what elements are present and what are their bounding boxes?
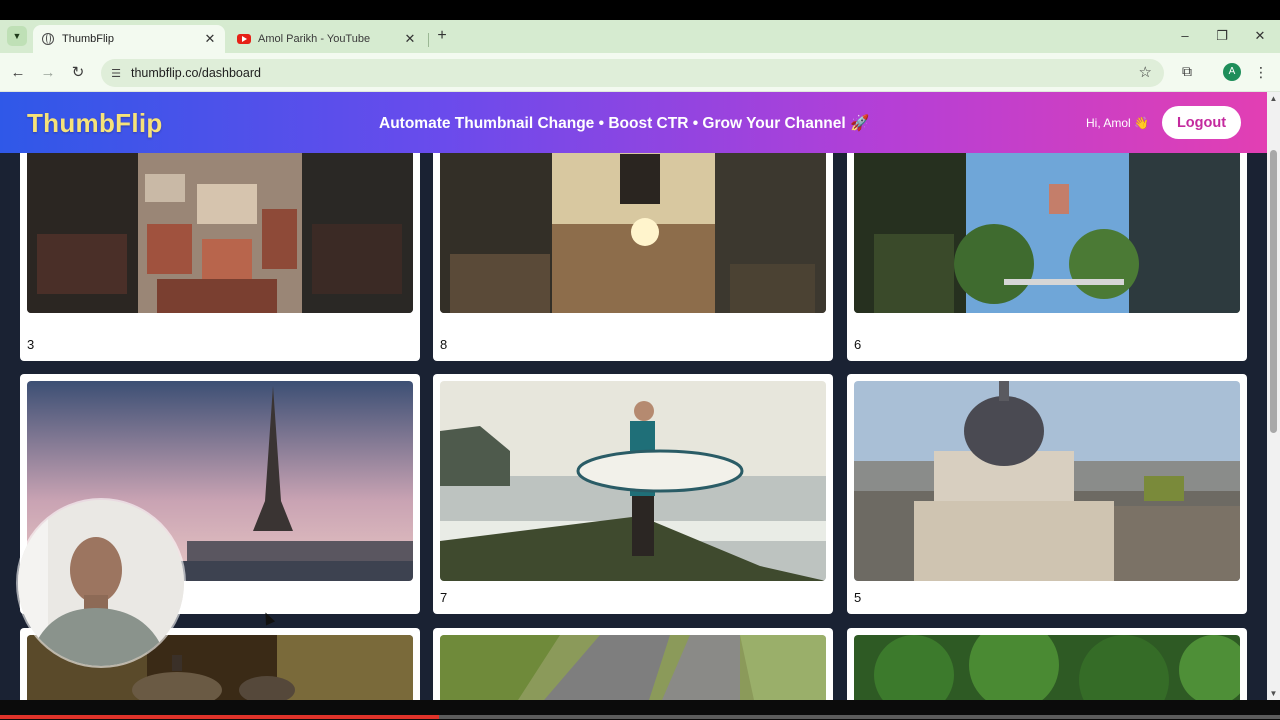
video-card[interactable]: 3 (20, 153, 420, 361)
more-menu-icon[interactable]: ⋮ (1254, 63, 1268, 81)
video-player-bar (0, 700, 1280, 720)
globe-icon (41, 32, 55, 46)
video-thumbnail[interactable] (440, 635, 826, 700)
scroll-down-icon[interactable]: ▼ (1267, 689, 1280, 698)
close-icon[interactable]: ✕ (201, 31, 219, 47)
window-close-icon[interactable]: ✕ (1250, 27, 1270, 45)
tab-youtube[interactable]: Amol Parikh - YouTube ✕ (229, 25, 425, 53)
profile-avatar[interactable]: A (1223, 63, 1241, 81)
tab-title: ThumbFlip (62, 33, 114, 45)
video-progress-fill (0, 715, 440, 719)
video-label: 8 (440, 337, 448, 352)
tab-thumbflip[interactable]: ThumbFlip ✕ (33, 25, 225, 53)
tab-search-icon[interactable]: ▼ (7, 26, 27, 46)
video-card[interactable]: 5 (847, 374, 1247, 614)
extensions-icon[interactable]: ⧉ (1178, 63, 1196, 81)
browser-toolbar: ← → ↻ ☰ thumbflip.co/dashboard ☆ ⧉ A ⋮ (0, 53, 1280, 92)
forward-arrow-icon[interactable]: → (38, 63, 58, 83)
video-grid: 3 8 6 7 5 (0, 153, 1267, 700)
video-label: 7 (440, 590, 448, 605)
back-arrow-icon[interactable]: ← (8, 63, 28, 83)
reload-icon[interactable]: ↻ (68, 63, 88, 83)
restore-icon[interactable]: ❐ (1212, 27, 1232, 45)
address-bar[interactable]: ☰ thumbflip.co/dashboard ☆ (101, 59, 1164, 87)
video-progress-track[interactable] (0, 715, 1280, 719)
video-card[interactable] (433, 628, 833, 700)
page-scrollbar[interactable]: ▲ ▼ (1267, 92, 1280, 700)
video-label: 5 (854, 590, 862, 605)
url-text[interactable]: thumbflip.co/dashboard (131, 66, 261, 80)
brand-logo[interactable]: ThumbFlip (27, 108, 163, 139)
video-thumbnail[interactable] (854, 635, 1240, 700)
video-card[interactable]: 7 (433, 374, 833, 614)
logout-button[interactable]: Logout (1162, 106, 1241, 139)
tab-title: Amol Parikh - YouTube (258, 33, 371, 45)
video-thumbnail[interactable] (440, 153, 826, 313)
screen: ▼ ThumbFlip ✕ Amol Parikh - YouTube ✕ + … (0, 0, 1280, 720)
header-tagline: Automate Thumbnail Change • Boost CTR • … (379, 115, 870, 132)
video-label: 3 (27, 337, 35, 352)
video-label: 6 (854, 337, 862, 352)
browser-tab-strip: ▼ ThumbFlip ✕ Amol Parikh - YouTube ✕ (0, 20, 1280, 53)
close-icon[interactable]: ✕ (401, 31, 419, 47)
tab-divider (428, 33, 429, 47)
video-thumbnail[interactable] (854, 381, 1240, 581)
video-card[interactable] (847, 628, 1247, 700)
user-greeting: Hi, Amol 👋 (1086, 116, 1149, 130)
video-card[interactable]: 8 (433, 153, 833, 361)
video-card[interactable]: 6 (847, 153, 1247, 361)
scroll-thumb[interactable] (1270, 150, 1277, 433)
bookmark-star-icon[interactable]: ☆ (1139, 63, 1152, 81)
new-tab-button[interactable]: + (433, 27, 451, 45)
video-thumbnail[interactable] (854, 153, 1240, 313)
site-info-icon[interactable]: ☰ (109, 67, 123, 80)
webcam-overlay (18, 500, 184, 666)
scroll-up-icon[interactable]: ▲ (1267, 94, 1280, 103)
letterbox-top (0, 0, 1280, 20)
video-thumbnail[interactable] (27, 153, 413, 313)
youtube-icon (237, 32, 251, 46)
app-header: ThumbFlip Automate Thumbnail Change • Bo… (0, 92, 1267, 153)
minimize-icon[interactable]: – (1175, 27, 1195, 45)
video-thumbnail[interactable] (440, 381, 826, 581)
